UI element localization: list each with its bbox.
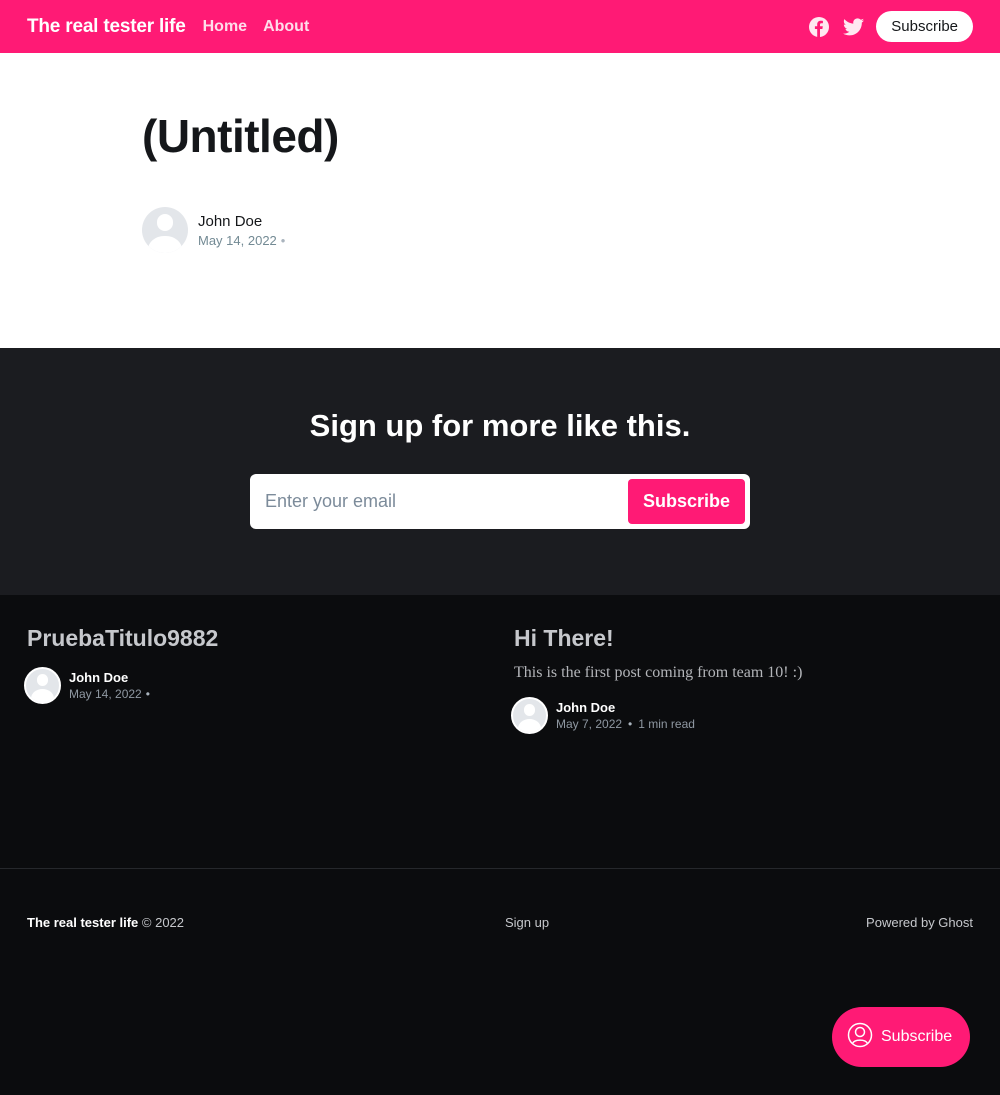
separator-dot: • bbox=[145, 687, 150, 701]
separator-dot: • bbox=[280, 232, 286, 248]
post-byline: John Doe May 14, 2022 • bbox=[24, 667, 467, 704]
post-title[interactable]: PruebaTitulo9882 bbox=[27, 625, 467, 652]
separator-dot: • bbox=[628, 717, 633, 731]
header-subscribe-button[interactable]: Subscribe bbox=[876, 11, 973, 42]
header-actions: Subscribe bbox=[808, 11, 973, 42]
post-excerpt: This is the first post coming from team … bbox=[514, 664, 803, 681]
main-nav: Home About bbox=[203, 18, 310, 36]
post-title[interactable]: Hi There! bbox=[514, 625, 974, 652]
publish-date: May 7, 2022 • 1 min read bbox=[556, 717, 695, 731]
avatar[interactable] bbox=[24, 667, 61, 704]
signup-form: Subscribe bbox=[250, 474, 750, 529]
footer-signup-link[interactable]: Sign up bbox=[505, 915, 549, 930]
avatar[interactable] bbox=[142, 207, 188, 253]
footer-brand[interactable]: The real tester life bbox=[27, 915, 138, 930]
article-title: (Untitled) bbox=[142, 110, 339, 162]
signup-cta: Sign up for more like this. Subscribe bbox=[0, 348, 1000, 595]
author-name[interactable]: John Doe bbox=[69, 670, 150, 685]
date-text: May 14, 2022 bbox=[198, 232, 277, 248]
author-meta: John Doe May 7, 2022 • 1 min read bbox=[556, 700, 695, 731]
avatar[interactable] bbox=[511, 697, 548, 734]
copyright-text: © 2022 bbox=[141, 915, 185, 930]
signup-heading: Sign up for more like this. bbox=[309, 408, 691, 443]
email-input[interactable] bbox=[265, 491, 628, 512]
user-circle-icon bbox=[847, 1022, 873, 1053]
author-name[interactable]: John Doe bbox=[198, 213, 285, 230]
footer-copyright: The real tester life © 2022 bbox=[27, 915, 184, 930]
related-posts: PruebaTitulo9882 John Doe May 14, 2022 • … bbox=[0, 595, 1000, 868]
publish-date: May 14, 2022 • bbox=[69, 687, 150, 701]
site-brand[interactable]: The real tester life bbox=[27, 16, 186, 38]
date-text: May 14, 2022 bbox=[69, 687, 142, 701]
facebook-icon[interactable] bbox=[808, 16, 830, 38]
portal-subscribe-label: Subscribe bbox=[881, 1028, 953, 1045]
nav-home[interactable]: Home bbox=[203, 18, 247, 36]
powered-by-link[interactable]: Powered by Ghost bbox=[866, 915, 973, 930]
site-header: The real tester life Home About Subscrib… bbox=[0, 0, 1000, 53]
portal-subscribe-button[interactable]: Subscribe bbox=[832, 1007, 970, 1067]
twitter-icon[interactable] bbox=[842, 16, 864, 38]
article-byline: John Doe May 14, 2022 • bbox=[142, 207, 285, 253]
post-byline: John Doe May 7, 2022 • 1 min read bbox=[511, 697, 974, 734]
post-card[interactable]: Hi There! This is the first post coming … bbox=[511, 625, 974, 734]
publish-date: May 14, 2022 • bbox=[198, 233, 285, 248]
reading-time: 1 min read bbox=[638, 717, 695, 731]
post-card[interactable]: PruebaTitulo9882 John Doe May 14, 2022 • bbox=[24, 625, 467, 704]
author-meta: John Doe May 14, 2022 • bbox=[198, 213, 285, 248]
article: (Untitled) John Doe May 14, 2022 • bbox=[0, 53, 1000, 348]
date-text: May 7, 2022 bbox=[556, 717, 623, 731]
signup-subscribe-button[interactable]: Subscribe bbox=[627, 479, 745, 524]
nav-about[interactable]: About bbox=[263, 18, 309, 36]
author-name[interactable]: John Doe bbox=[556, 700, 695, 715]
author-meta: John Doe May 14, 2022 • bbox=[69, 670, 150, 701]
